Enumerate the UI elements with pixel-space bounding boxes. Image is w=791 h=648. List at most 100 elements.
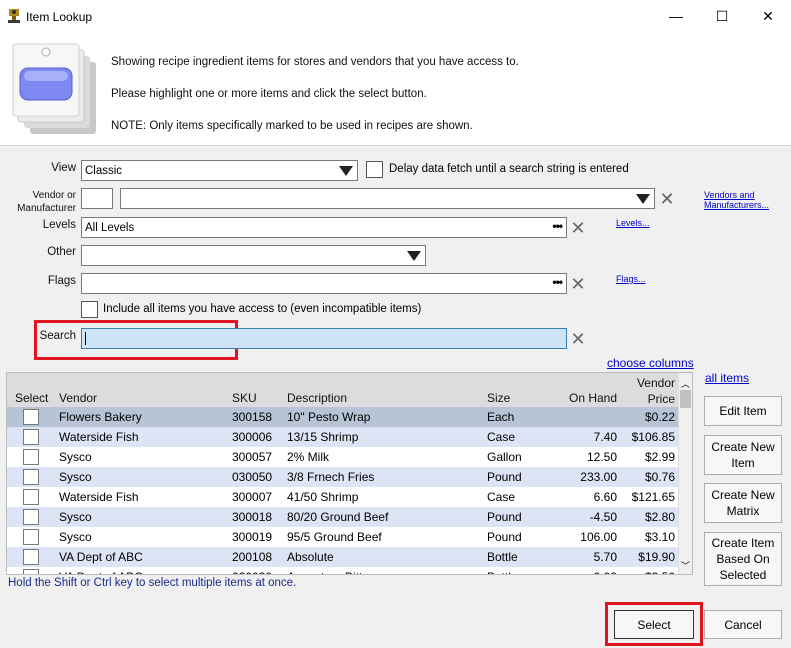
cell-sku: 300158	[232, 410, 273, 424]
table-row[interactable]: Waterside Fish 300006 13/15 Shrimp Case 7.40…	[7, 427, 679, 447]
grid-scrollbar[interactable]: ︿ ﹀	[678, 373, 692, 574]
flags-link[interactable]: Flags...	[616, 274, 646, 284]
scroll-down-icon[interactable]: ﹀	[681, 559, 690, 572]
cell-price: $121.65	[631, 490, 675, 504]
cell-sku: 020030	[232, 570, 272, 574]
items-grid[interactable]: Select Vendor SKU Description Size On Ha…	[6, 372, 693, 575]
table-row[interactable]: Sysco 300057 2% Milk Gallon 12.50 $2.99	[7, 447, 679, 467]
cell-size: Pound	[487, 470, 522, 484]
row-select-checkbox[interactable]	[23, 429, 39, 445]
cell-size: Case	[487, 430, 516, 444]
cell-vendor: VA Dept of ABC	[59, 570, 143, 574]
other-dropdown[interactable]	[81, 245, 426, 266]
cell-on-hand: 5.70	[593, 550, 617, 564]
table-row[interactable]: Sysco 300019 95/5 Ground Beef Pound 106.00 $3…	[7, 527, 679, 547]
levels-link[interactable]: Levels...	[616, 218, 650, 228]
create-new-item-button[interactable]: Create New Item	[704, 435, 782, 475]
cell-description: 3/8 Frnech Fries	[287, 470, 375, 484]
edit-item-button[interactable]: Edit Item	[704, 396, 782, 426]
cell-vendor: Waterside Fish	[59, 430, 139, 444]
cell-size: Bottle	[487, 550, 518, 564]
create-item-based-on-selected-button[interactable]: Create Item Based On Selected	[704, 532, 782, 586]
cell-on-hand: 12.50	[586, 450, 617, 464]
row-select-checkbox[interactable]	[23, 469, 39, 485]
cell-sku: 300057	[232, 450, 273, 464]
delay-fetch-label: Delay data fetch until a search string i…	[389, 163, 629, 175]
cell-price: $3.10	[644, 530, 675, 544]
clear-flags-icon[interactable]: ✕	[570, 275, 586, 293]
cell-sku: 300006	[232, 430, 273, 444]
cell-sku: 200108	[232, 550, 273, 564]
maximize-button[interactable]: ☐	[699, 0, 745, 32]
clear-search-icon[interactable]: ✕	[570, 330, 586, 348]
chevron-down-icon	[636, 194, 650, 204]
search-input[interactable]	[81, 328, 567, 349]
cell-description: Absolute	[287, 550, 334, 564]
select-button[interactable]: Select	[614, 610, 694, 639]
view-dropdown[interactable]: Classic	[81, 160, 358, 181]
row-select-checkbox[interactable]	[23, 549, 39, 565]
table-row[interactable]: Sysco 300018 80/20 Ground Beef Pound -4.50 $2…	[7, 507, 679, 527]
chevron-down-icon	[407, 251, 421, 261]
clear-vendor-icon[interactable]: ✕	[659, 190, 675, 208]
minimize-button[interactable]: —	[653, 0, 699, 32]
app-icon	[8, 9, 20, 23]
close-button[interactable]: ✕	[745, 0, 791, 32]
cell-size: Pound	[487, 510, 522, 524]
cell-sku: 300019	[232, 530, 273, 544]
clear-levels-icon[interactable]: ✕	[570, 219, 586, 237]
col-vendor-price[interactable]: Vendor Price	[629, 375, 675, 407]
table-row[interactable]: Waterside Fish 300007 41/50 Shrimp Case 6.60…	[7, 487, 679, 507]
row-select-checkbox[interactable]	[23, 449, 39, 465]
col-size[interactable]: Size	[487, 391, 510, 405]
table-row[interactable]: VA Dept of ABC 020030 Angostura Bitters Bot…	[7, 567, 679, 574]
levels-field[interactable]: All Levels •••	[81, 217, 567, 238]
cell-description: Angostura Bitters	[287, 570, 379, 574]
cell-price: $0.76	[644, 470, 675, 484]
cell-price: $3.50	[619, 570, 675, 574]
choose-columns-link[interactable]: choose columns	[607, 356, 694, 370]
table-row[interactable]: Flowers Bakery 300158 10" Pesto Wrap Each $0…	[7, 407, 679, 427]
vendors-manufacturers-link[interactable]: Vendors and Manufacturers...	[704, 190, 769, 210]
cell-on-hand: 6.60	[593, 490, 617, 504]
cell-description: 41/50 Shrimp	[287, 490, 359, 504]
col-select[interactable]: Select	[15, 391, 48, 405]
row-select-checkbox[interactable]	[23, 489, 39, 505]
row-select-checkbox[interactable]	[23, 509, 39, 525]
table-row[interactable]: Sysco 030050 3/8 Frnech Fries Pound 233.00 $0…	[7, 467, 679, 487]
scroll-thumb[interactable]	[680, 390, 691, 408]
flags-field[interactable]: •••	[81, 273, 567, 294]
window-title: Item Lookup	[26, 10, 93, 24]
delay-fetch-checkbox[interactable]	[366, 161, 383, 178]
all-items-link[interactable]: all items	[705, 371, 749, 385]
col-vendor[interactable]: Vendor	[59, 391, 97, 405]
table-row[interactable]: VA Dept of ABC 200108 Absolute Bottle 5.70 $1…	[7, 547, 679, 567]
col-sku[interactable]: SKU	[232, 391, 257, 405]
cell-price: $0.22	[644, 410, 675, 424]
ellipsis-icon[interactable]: •••	[552, 275, 563, 289]
row-select-checkbox[interactable]	[23, 569, 39, 574]
include-all-label: Include all items you have access to (ev…	[103, 303, 422, 315]
col-on-hand[interactable]: On Hand	[569, 391, 617, 405]
row-select-checkbox[interactable]	[23, 409, 39, 425]
scroll-up-icon[interactable]: ︿	[681, 377, 690, 390]
cell-vendor: Sysco	[59, 510, 92, 524]
cancel-button[interactable]: Cancel	[704, 610, 782, 639]
search-label: Search	[39, 330, 76, 342]
cell-vendor: Sysco	[59, 450, 92, 464]
col-description[interactable]: Description	[287, 391, 347, 405]
levels-label: Levels	[42, 219, 76, 231]
cell-description: 10" Pesto Wrap	[287, 410, 371, 424]
view-label: View	[51, 162, 76, 174]
header-line-2: Please highlight one or more items and c…	[111, 88, 427, 100]
cell-sku: 030050	[232, 470, 273, 484]
vendor-code-input[interactable]	[81, 188, 113, 209]
cell-description: 13/15 Shrimp	[287, 430, 359, 444]
include-all-checkbox[interactable]	[81, 301, 98, 318]
vendor-dropdown[interactable]	[120, 188, 655, 209]
ellipsis-icon[interactable]: •••	[552, 219, 563, 233]
flags-label: Flags	[47, 275, 76, 287]
row-select-checkbox[interactable]	[23, 529, 39, 545]
cell-vendor: VA Dept of ABC	[59, 550, 143, 564]
create-new-matrix-button[interactable]: Create New Matrix	[704, 483, 782, 523]
